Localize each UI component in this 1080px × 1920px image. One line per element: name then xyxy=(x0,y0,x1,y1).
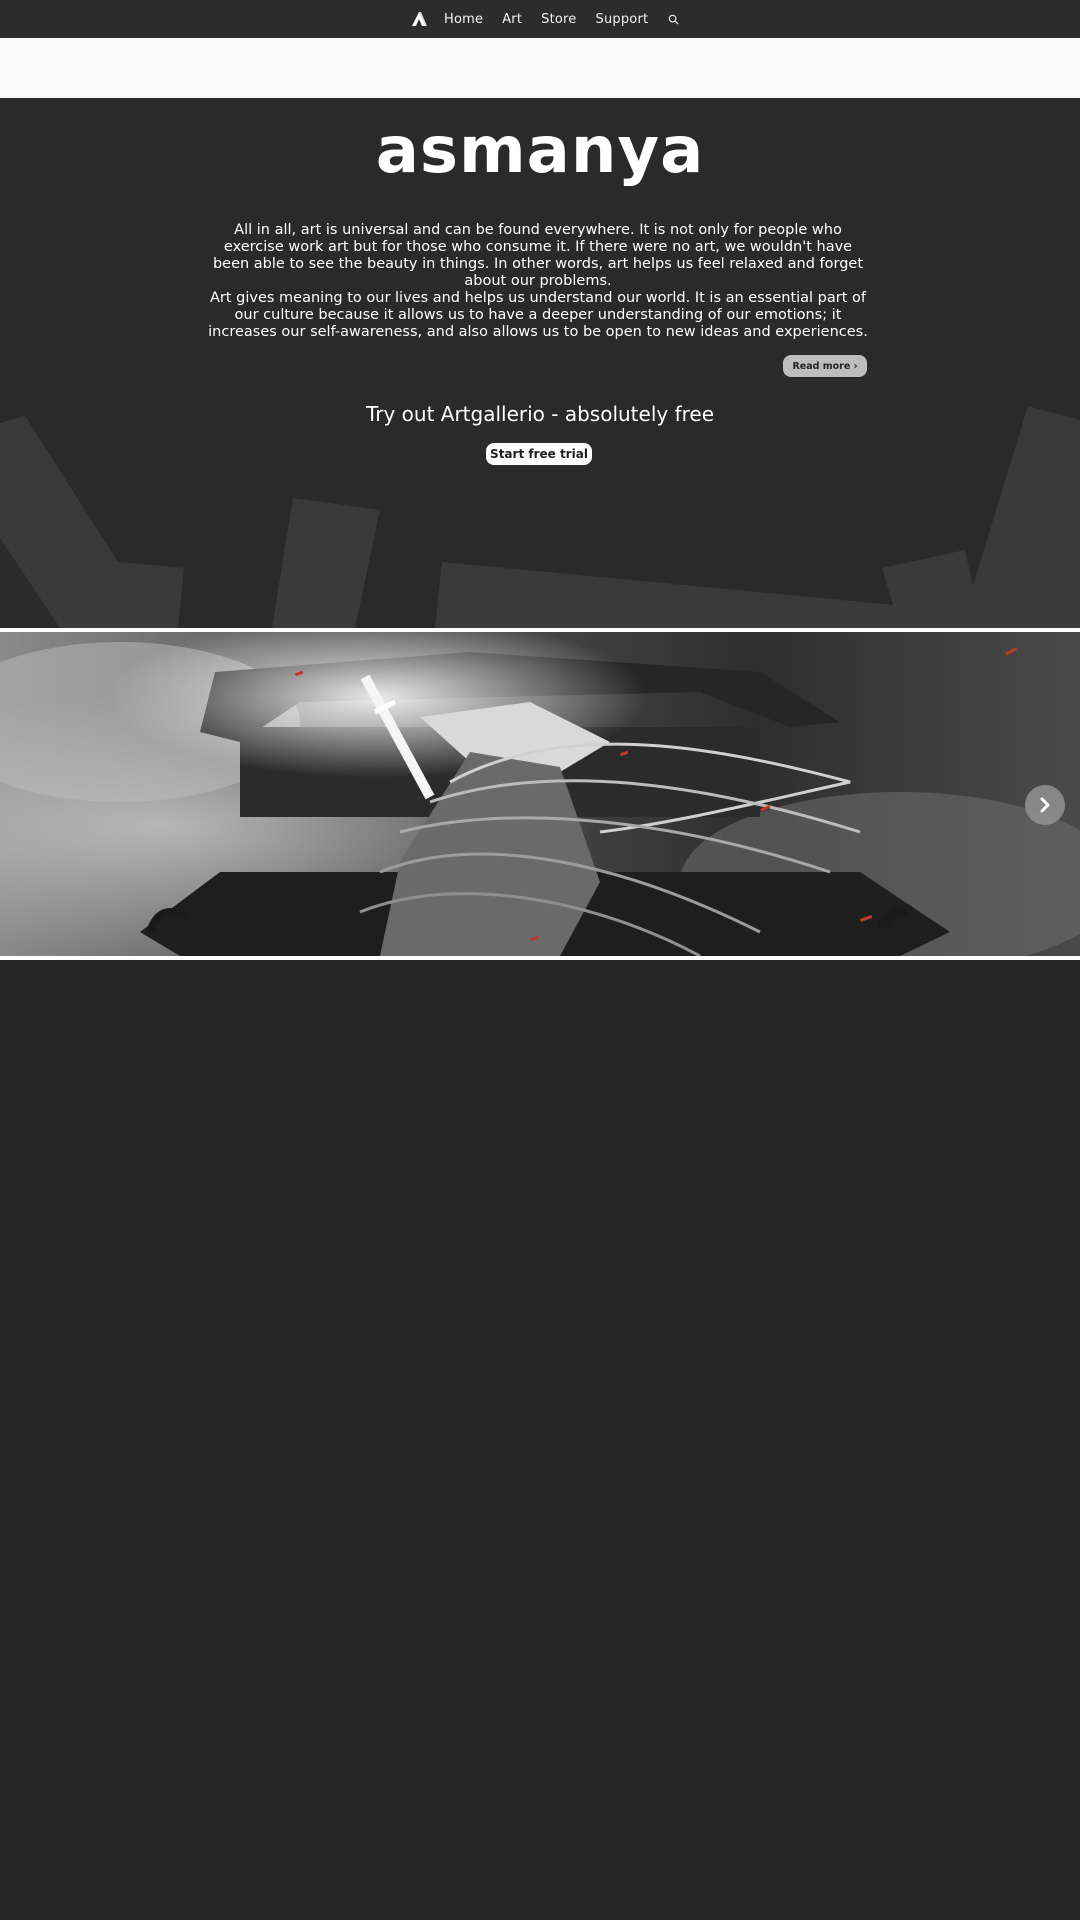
brand-title: asmanya xyxy=(375,114,705,188)
top-navigation: Home Art Store Support xyxy=(0,0,1080,38)
artwork-image xyxy=(0,632,1080,956)
read-more-button[interactable]: Read more › xyxy=(783,355,867,377)
artwork-slider xyxy=(0,632,1080,956)
nav-store-link[interactable]: Store xyxy=(541,12,576,27)
chevron-right-icon xyxy=(1040,797,1050,813)
free-trial-heading: Try out Artgallerio - absolutely free xyxy=(365,402,715,426)
nav-art-link[interactable]: Art xyxy=(502,12,522,27)
start-free-trial-button[interactable]: Start free trial xyxy=(486,443,592,465)
intro-paragraph-2: Art gives meaning to our lives and helps… xyxy=(208,290,868,340)
slider-next-button[interactable] xyxy=(1025,785,1065,825)
hero-section: asmanya All in all, art is universal and… xyxy=(0,98,1080,628)
white-banner-strip xyxy=(0,38,1080,98)
nav-inner: Home Art Store Support xyxy=(410,0,679,38)
intro-paragraph-1: All in all, art is universal and can be … xyxy=(212,222,864,289)
nav-home-link[interactable]: Home xyxy=(444,12,483,27)
search-icon[interactable] xyxy=(668,14,679,25)
empty-content-area xyxy=(0,960,1080,1920)
logo-icon[interactable] xyxy=(410,10,428,28)
nav-support-link[interactable]: Support xyxy=(596,12,649,27)
